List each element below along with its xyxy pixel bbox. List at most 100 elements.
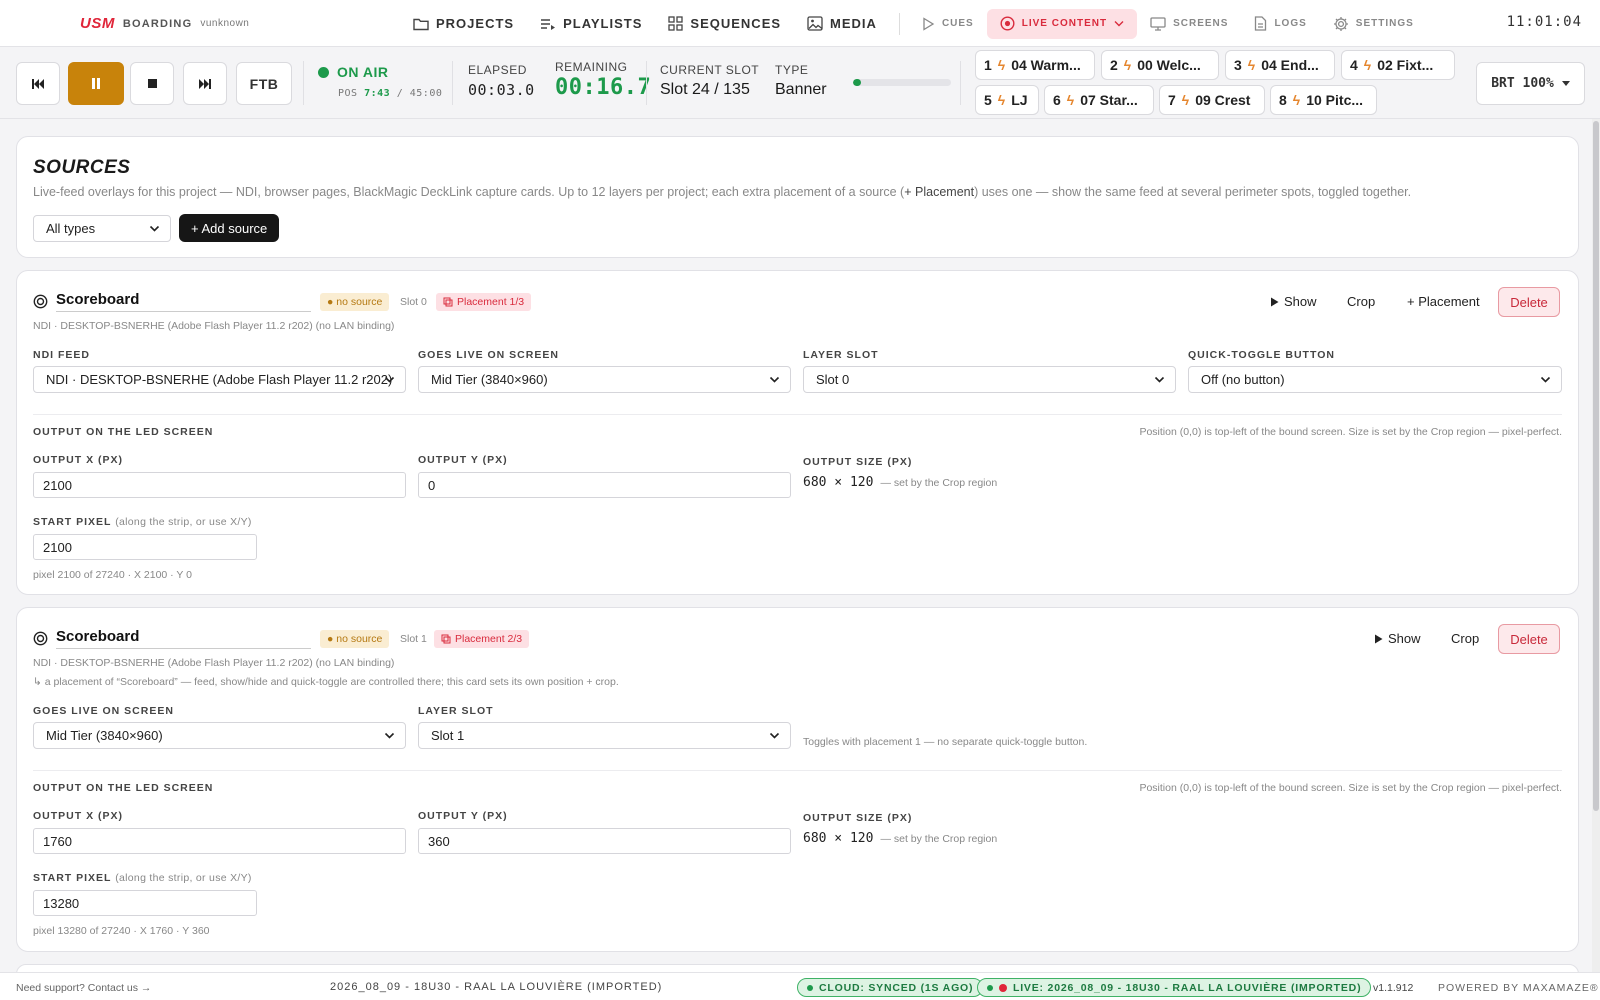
cue-button[interactable]: 6 ϟ 07 Star...: [1044, 85, 1154, 115]
start-pixel-input[interactable]: 13280: [33, 890, 257, 916]
position-label: POS: [338, 88, 358, 99]
slot-progress-fill: [853, 79, 861, 86]
cloud-status-pill: CLOUD: SYNCED (1S AGO): [797, 978, 984, 997]
nav-cues[interactable]: CUES: [909, 9, 987, 39]
section-divider: [33, 770, 1562, 771]
layer-slot-select[interactable]: Slot 0: [803, 366, 1176, 393]
nav-live-content[interactable]: LIVE CONTENT: [986, 8, 1138, 39]
scrollbar[interactable]: [1592, 119, 1600, 972]
cue-name: 00 Welc...: [1137, 57, 1201, 73]
current-slot-block: CURRENT SLOT Slot 24 / 135: [660, 63, 759, 99]
version-label: v1.1.912: [1373, 982, 1414, 994]
cue-button[interactable]: 2 ϟ 00 Welc...: [1101, 50, 1219, 80]
brightness-dropdown[interactable]: BRT 100%: [1476, 62, 1585, 105]
placement-badge-label: Placement 2/3: [455, 633, 523, 645]
brand[interactable]: USM BOARDING vunknown: [80, 0, 249, 47]
output-size-value: 680 × 120: [803, 831, 874, 846]
output-section-title: OUTPUT ON THE LED SCREEN: [33, 426, 214, 438]
pixel-position-note: pixel 2100 of 27240 · X 2100 · Y 0: [33, 569, 192, 581]
output-x-label: OUTPUT X (PX): [33, 810, 124, 822]
delete-button[interactable]: Delete: [1498, 624, 1560, 654]
source-name-input[interactable]: Scoreboard: [56, 291, 311, 312]
nav-media[interactable]: MEDIA: [794, 9, 890, 39]
sources-title: SOURCES: [33, 157, 131, 178]
brightness-value: BRT 100%: [1491, 76, 1554, 91]
output-size-note: — set by the Crop region: [880, 477, 998, 489]
screen-label: GOES LIVE ON SCREEN: [33, 705, 174, 717]
output-x-input[interactable]: 2100: [33, 472, 406, 498]
crop-button[interactable]: Crop: [1451, 631, 1479, 646]
cue-button[interactable]: 5 ϟ LJ: [975, 85, 1039, 115]
start-pixel-input[interactable]: 2100: [33, 534, 257, 560]
add-placement-button[interactable]: + Placement: [1407, 294, 1480, 309]
start-pixel-label: START PIXEL (along the strip, or use X/Y…: [33, 872, 252, 884]
cue-button[interactable]: 8 ϟ 10 Pitc...: [1270, 85, 1377, 115]
layer-slot-value: Slot 1: [431, 728, 465, 743]
output-y-input[interactable]: 0: [418, 472, 791, 498]
layer-slot-label: LAYER SLOT: [803, 349, 879, 361]
screen-select[interactable]: Mid Tier (3840×960): [418, 366, 791, 393]
skip-forward-icon: [199, 78, 211, 89]
delete-button[interactable]: Delete: [1498, 287, 1560, 317]
cue-name: 04 Warm...: [1011, 57, 1081, 73]
chevron-down-icon: [769, 732, 780, 739]
on-air-label: ON AIR: [337, 64, 389, 80]
type-filter-select[interactable]: All types: [33, 215, 171, 242]
type-value: Banner: [775, 81, 827, 98]
play-outline-icon: [923, 16, 935, 31]
cue-button[interactable]: 3 ϟ 04 End...: [1225, 50, 1335, 80]
nav-settings[interactable]: SETTINGS: [1320, 9, 1427, 39]
elapsed-block: ELAPSED 00:03.0: [468, 63, 535, 99]
source-name-input[interactable]: Scoreboard: [56, 628, 311, 649]
cue-name: 02 Fixt...: [1377, 57, 1434, 73]
scrollbar-thumb[interactable]: [1593, 121, 1599, 811]
screen-select[interactable]: Mid Tier (3840×960): [33, 722, 406, 749]
show-button[interactable]: Show: [1374, 631, 1421, 646]
nav-playlists[interactable]: PLAYLISTS: [527, 9, 655, 39]
status-dot: [987, 984, 993, 991]
cue-button[interactable]: 1 ϟ 04 Warm...: [975, 50, 1095, 80]
cloud-status-label: CLOUD: SYNCED (1S AGO): [819, 981, 974, 994]
nav-screens[interactable]: SCREENS: [1137, 9, 1241, 39]
output-x-input[interactable]: 1760: [33, 828, 406, 854]
chevron-down-icon: [1114, 21, 1124, 27]
output-y-input[interactable]: 360: [418, 828, 791, 854]
play-icon: [1271, 297, 1279, 306]
cue-buttons: 1 ϟ 04 Warm... 2 ϟ 00 Welc... 3 ϟ 04 End... 4ϟ…: [975, 50, 1455, 116]
nav-sequences[interactable]: SEQUENCES: [655, 9, 794, 39]
transport-divider: [452, 61, 453, 105]
nav-projects[interactable]: PROJECTS: [400, 9, 527, 39]
ndi-feed-select[interactable]: NDI · DESKTOP-BSNERHE (Adobe Flash Playe…: [33, 366, 406, 393]
remaining-value: 00:16.7: [555, 75, 652, 100]
source-card: Scoreboard ● no source Slot 0 Placement …: [16, 270, 1579, 595]
nav-logs[interactable]: LOGS: [1241, 9, 1319, 39]
ftb-button[interactable]: FTB: [236, 62, 292, 105]
current-slot-label: CURRENT SLOT: [660, 63, 760, 77]
cue-button[interactable]: 4 ϟ 02 Fixt...: [1341, 50, 1455, 80]
crop-button[interactable]: Crop: [1347, 294, 1375, 309]
next-button[interactable]: [183, 62, 227, 105]
toggle-note: Toggles with placement 1 — no separate q…: [803, 736, 1088, 748]
placement-badge-label: Placement 1/3: [457, 296, 525, 308]
show-button[interactable]: Show: [1270, 294, 1317, 309]
add-source-button[interactable]: + Add source: [179, 214, 280, 242]
remaining-label: REMAINING: [555, 60, 628, 74]
stop-button[interactable]: [130, 62, 174, 105]
pixel-position-note: pixel 13280 of 27240 · X 1760 · Y 360: [33, 925, 210, 937]
pause-button[interactable]: [68, 62, 124, 105]
source-header: Scoreboard: [33, 291, 311, 312]
support-link[interactable]: Need support? Contact us →: [16, 982, 151, 994]
monitor-icon: [1150, 16, 1166, 31]
desc-text: Live-feed overlays for this project — ND…: [33, 185, 905, 199]
screen-value: Mid Tier (3840×960): [46, 728, 163, 743]
cue-button[interactable]: 7 ϟ 09 Crest: [1159, 85, 1265, 115]
broadcast-icon: [1000, 16, 1015, 31]
slot-tag: Slot 1: [400, 633, 427, 645]
quick-toggle-select[interactable]: Off (no button): [1188, 366, 1562, 393]
cue-name: 10 Pitc...: [1306, 92, 1364, 108]
screen-value: Mid Tier (3840×960): [431, 372, 548, 387]
playlist-icon: [541, 18, 556, 30]
previous-button[interactable]: [16, 62, 60, 105]
nav-divider: [898, 12, 900, 35]
layer-slot-select[interactable]: Slot 1: [418, 722, 791, 749]
